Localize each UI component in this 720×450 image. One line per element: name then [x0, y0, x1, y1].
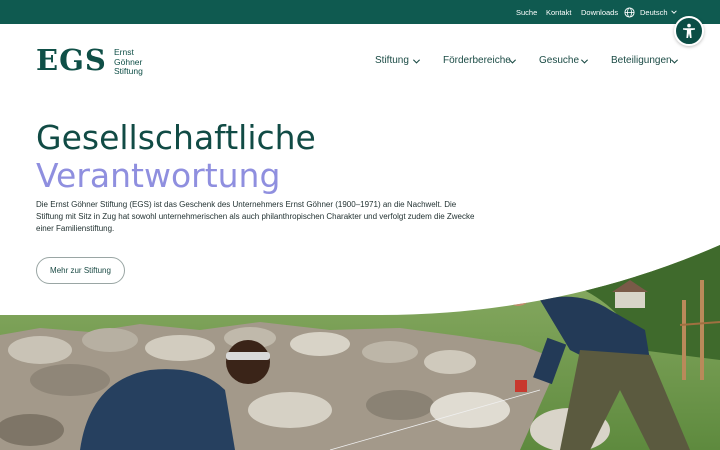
utility-bar: Suche Kontakt Downloads Deutsch: [0, 0, 720, 24]
chevron-down-icon[interactable]: [670, 57, 679, 66]
logo-line-stiftung: Stiftung: [114, 66, 143, 76]
chevron-down-icon[interactable]: [580, 57, 589, 66]
globe-icon[interactable]: [624, 7, 635, 18]
logo-wordmark[interactable]: Ernst Göhner Stiftung: [114, 47, 174, 77]
nav-item-beteiligungen[interactable]: Beteiligungen: [611, 55, 672, 66]
chevron-down-icon[interactable]: [670, 8, 678, 16]
accessibility-button[interactable]: [674, 16, 704, 46]
nav-item-foerderbereiche[interactable]: Förderbereiche: [443, 55, 511, 66]
hero-title-line1: Gesellschaftliche: [36, 118, 316, 157]
nav-item-stiftung[interactable]: Stiftung: [375, 55, 409, 66]
logo-mark[interactable]: EGS: [36, 42, 107, 78]
contact-link[interactable]: Kontakt: [546, 8, 571, 17]
hero-photo: [0, 245, 720, 450]
chevron-down-icon[interactable]: [412, 57, 421, 66]
chevron-down-icon[interactable]: [508, 57, 517, 66]
downloads-link[interactable]: Downloads: [581, 8, 618, 17]
hero-title-line2: Verantwortung: [36, 156, 281, 195]
hero-intro: Die Ernst Göhner Stiftung (EGS) ist das …: [36, 200, 475, 233]
accessibility-icon: [683, 23, 695, 38]
nav-item-gesuche[interactable]: Gesuche: [539, 55, 579, 66]
search-link[interactable]: Suche: [516, 8, 537, 17]
language-selector[interactable]: Deutsch: [640, 8, 668, 17]
